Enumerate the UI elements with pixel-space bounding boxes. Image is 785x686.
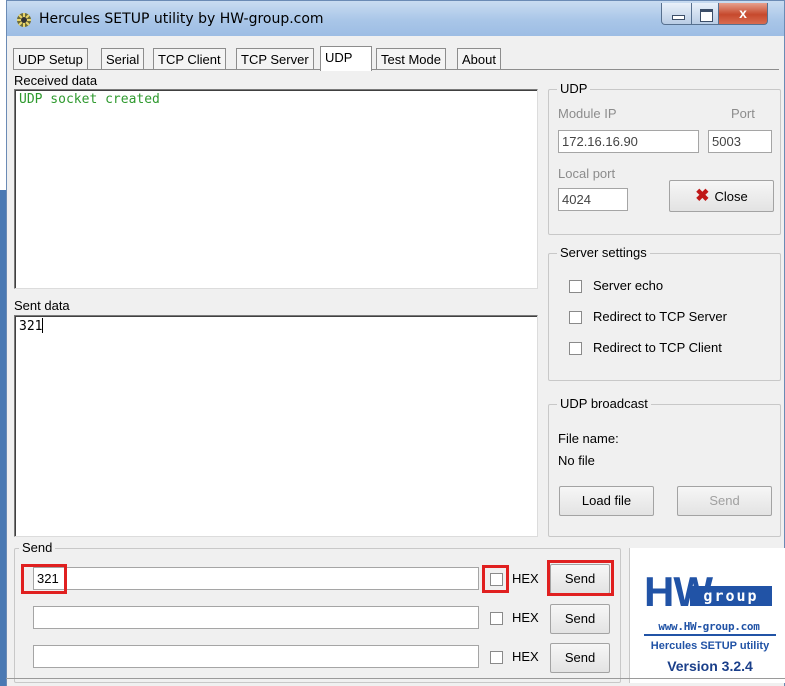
close-socket-label: Close	[714, 189, 748, 204]
tab-udp[interactable]: UDP	[320, 46, 372, 71]
server-settings-group: Server settings Server echo Redirect to …	[548, 245, 781, 381]
sent-data-text: 321	[19, 319, 43, 334]
module-ip-input[interactable]: 172.16.16.90	[558, 130, 699, 153]
send-group-title: Send	[19, 540, 56, 555]
window-bottom-border	[6, 678, 785, 679]
close-x-icon: ✖	[695, 186, 710, 205]
hex-checkbox-3[interactable]	[490, 651, 503, 664]
tab-divider	[13, 69, 779, 70]
broadcast-send-button[interactable]: Send	[677, 486, 772, 516]
tab-serial[interactable]: Serial	[101, 48, 145, 70]
send-button-2[interactable]: Send	[550, 604, 610, 634]
hex-checkbox-1[interactable]	[490, 573, 503, 586]
local-port-input[interactable]: 4024	[558, 188, 628, 211]
logo-divider	[644, 634, 776, 636]
server-settings-title: Server settings	[557, 245, 650, 260]
logo-version: Version 3.2.4	[667, 658, 753, 674]
app-window: Hercules SETUP utility by HW-group.com x…	[6, 0, 785, 686]
redirect-tcp-server-checkbox[interactable]	[569, 311, 582, 324]
hercules-app-icon	[17, 13, 31, 27]
file-name-value: No file	[558, 453, 595, 468]
server-echo-label: Server echo	[593, 278, 664, 293]
udp-broadcast-title: UDP broadcast	[557, 396, 651, 411]
hex-label-1: HEX	[512, 571, 539, 586]
redirect-tcp-client-label: Redirect to TCP Client	[593, 340, 722, 355]
hex-checkbox-2[interactable]	[490, 612, 503, 625]
send-input-2[interactable]	[33, 606, 479, 629]
maximize-button[interactable]	[691, 3, 719, 25]
logo-group-text: group	[690, 586, 772, 606]
port-input[interactable]: 5003	[708, 130, 772, 153]
load-file-button[interactable]: Load file	[559, 486, 654, 516]
title-bar[interactable]: Hercules SETUP utility by HW-group.com x	[6, 0, 785, 36]
text-caret	[42, 318, 44, 333]
port-label: Port	[731, 106, 755, 121]
server-echo-checkbox[interactable]	[569, 280, 582, 293]
send-button-1[interactable]: Send	[550, 564, 610, 594]
close-socket-button[interactable]: ✖ Close	[669, 180, 774, 212]
close-window-button[interactable]: x	[718, 3, 768, 25]
received-data-label: Received data	[14, 73, 98, 88]
received-data-text: UDP socket created	[19, 92, 160, 107]
module-ip-label: Module IP	[558, 106, 617, 121]
redirect-tcp-server-label: Redirect to TCP Server	[593, 309, 727, 324]
tab-about[interactable]: About	[457, 48, 501, 70]
tab-tcp-server[interactable]: TCP Server	[236, 48, 314, 70]
redirect-tcp-client-checkbox[interactable]	[569, 342, 582, 355]
local-port-label: Local port	[558, 166, 616, 181]
hex-label-3: HEX	[512, 649, 539, 664]
sent-data-label: Sent data	[14, 298, 70, 313]
hex-label-2: HEX	[512, 610, 539, 625]
window-title: Hercules SETUP utility by HW-group.com	[39, 11, 324, 27]
send-input-3[interactable]	[33, 645, 479, 668]
minimize-button[interactable]	[661, 3, 692, 25]
logo-url: www.HW-group.com	[658, 620, 760, 633]
tab-udp-setup[interactable]: UDP Setup	[13, 48, 88, 70]
received-data-area[interactable]: UDP socket created	[14, 89, 538, 289]
send-input-1[interactable]: 321	[33, 567, 479, 590]
tab-test-mode[interactable]: Test Mode	[376, 48, 446, 70]
close-icon: x	[739, 5, 747, 21]
send-button-3[interactable]: Send	[550, 643, 610, 673]
main-panel: UDP Setup Serial TCP Client TCP Server U…	[6, 36, 785, 686]
hw-group-logo: HW group www.HW-group.com Hercules SETUP…	[629, 548, 785, 683]
tab-tcp-client[interactable]: TCP Client	[153, 48, 226, 70]
logo-product-name: Hercules SETUP utility	[650, 640, 770, 652]
udp-broadcast-group: UDP broadcast File name: No file Load fi…	[548, 396, 781, 537]
udp-group-title: UDP	[557, 81, 591, 96]
udp-group: UDP Module IP Port 172.16.16.90 5003 Loc…	[548, 81, 781, 235]
sent-data-area[interactable]: 321	[14, 315, 538, 537]
file-name-label: File name:	[558, 431, 619, 446]
send-group: Send 321 HEX Send HEX Send HEX Send	[14, 540, 621, 683]
